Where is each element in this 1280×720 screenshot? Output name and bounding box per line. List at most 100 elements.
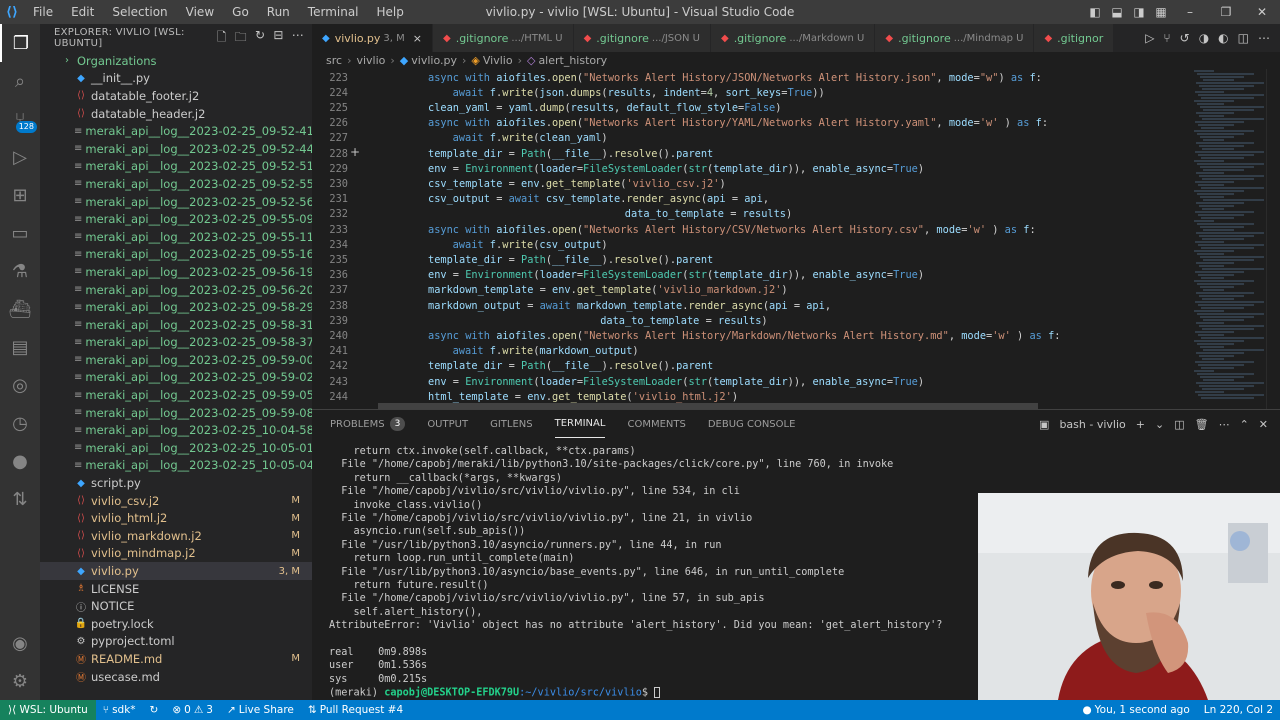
breadcrumb-file[interactable]: vivlio.py bbox=[411, 54, 457, 67]
split-editor-icon[interactable]: ◫ bbox=[1238, 31, 1249, 45]
terminal-name[interactable]: bash - vivlio bbox=[1059, 418, 1125, 431]
tree-file[interactable]: ≡ meraki_api__log__2023-02-25_09-56-20.lo… bbox=[40, 281, 335, 299]
code-editor[interactable]: 223 async with aiofiles.open("Networks Al… bbox=[312, 69, 1280, 409]
tree-file[interactable]: ≡ meraki_api__log__2023-02-25_09-58-31.lo… bbox=[40, 316, 335, 334]
maximize-icon[interactable]: ❐ bbox=[1208, 5, 1244, 19]
tree-file[interactable]: ≡ meraki_api__log__2023-02-25_09-58-29.lo… bbox=[40, 298, 335, 316]
sync-indicator[interactable]: ↻ bbox=[143, 704, 166, 716]
accounts-icon[interactable]: ◉ bbox=[0, 624, 40, 662]
tree-file[interactable]: ◆ script.py bbox=[40, 474, 312, 492]
tree-file[interactable]: ≡ meraki_api__log__2023-02-25_10-05-01.lo… bbox=[40, 439, 335, 457]
close-window-icon[interactable]: ✕ bbox=[1244, 5, 1280, 19]
editor-tab[interactable]: ◆ .gitignor bbox=[1034, 24, 1115, 52]
tree-file[interactable]: ≡ meraki_api__log__2023-02-25_09-52-51.lo… bbox=[40, 158, 335, 176]
maximize-panel-icon[interactable]: ⌃ bbox=[1240, 418, 1249, 431]
tree-file[interactable]: ≡ meraki_api__log__2023-02-25_09-58-37.lo… bbox=[40, 334, 335, 352]
editor-tab[interactable]: ◆ vivlio.py 3, M × bbox=[312, 24, 433, 52]
tree-file[interactable]: ⟨⟩ vivlio_markdown.j2 M bbox=[40, 527, 312, 545]
split-terminal-icon[interactable]: ◫ bbox=[1174, 418, 1184, 431]
minimize-icon[interactable]: – bbox=[1172, 5, 1208, 19]
editor-vertical-scrollbar[interactable] bbox=[1266, 69, 1280, 409]
menu-run[interactable]: Run bbox=[258, 0, 299, 24]
panel-tab-gitlens[interactable]: GITLENS bbox=[490, 410, 533, 438]
editor-tab[interactable]: ◆ .gitignore .../Markdown U bbox=[710, 24, 876, 52]
tree-file[interactable]: ≡ meraki_api__log__2023-02-25_09-59-00.lo… bbox=[40, 351, 335, 369]
editor-more-icon[interactable]: ⋯ bbox=[1258, 31, 1270, 45]
tree-folder[interactable]: › Organizations bbox=[40, 52, 312, 70]
run-debug-icon[interactable]: ▷ bbox=[0, 138, 40, 176]
docker-icon[interactable]: ⛴ bbox=[0, 290, 40, 328]
extensions-icon[interactable]: ⊞ bbox=[0, 176, 40, 214]
tree-file[interactable]: ≡ meraki_api__log__2023-02-25_09-59-02.lo… bbox=[40, 369, 335, 387]
testing-icon[interactable]: ⚗ bbox=[0, 252, 40, 290]
panel-tab-comments[interactable]: COMMENTS bbox=[627, 410, 685, 438]
editor-tab[interactable]: ◆ .gitignore .../JSON U bbox=[573, 24, 711, 52]
compare-icon[interactable]: ◑ bbox=[1199, 31, 1209, 45]
problems-indicator[interactable]: ⊗ 0 ⚠ 3 bbox=[165, 704, 220, 716]
panel-more-icon[interactable]: ⋯ bbox=[1219, 418, 1230, 431]
open-changes-icon[interactable]: ↺ bbox=[1180, 31, 1190, 45]
tree-file[interactable]: ⓘ NOTICE bbox=[40, 597, 312, 615]
tree-file[interactable]: Ⓜ README.md M bbox=[40, 650, 312, 668]
tree-file[interactable]: ≡ meraki_api__log__2023-02-25_09-52-44.lo… bbox=[40, 140, 335, 158]
close-tab-icon[interactable]: × bbox=[413, 32, 422, 45]
tree-file[interactable]: ♗ LICENSE bbox=[40, 580, 312, 598]
panel-tab-problems[interactable]: PROBLEMS 3 bbox=[330, 410, 406, 438]
breadcrumb-vivlio[interactable]: vivlio bbox=[356, 54, 385, 67]
tree-file[interactable]: ⟨⟩ vivlio_html.j2 M bbox=[40, 509, 312, 527]
menu-go[interactable]: Go bbox=[223, 0, 258, 24]
tree-file[interactable]: ≡ meraki_api__log__2023-02-25_09-52-56.lo… bbox=[40, 193, 335, 211]
close-panel-icon[interactable]: ✕ bbox=[1259, 418, 1268, 431]
tree-file[interactable]: ≡ meraki_api__log__2023-02-25_10-04-58.lo… bbox=[40, 421, 335, 439]
editor-tab[interactable]: ◆ .gitignore .../Mindmap U bbox=[875, 24, 1035, 52]
terminal-shell-icon[interactable]: ▣ bbox=[1039, 418, 1049, 431]
tree-file[interactable]: ≡ meraki_api__log__2023-02-25_09-55-16.lo… bbox=[40, 246, 335, 264]
cursor-position-indicator[interactable]: Ln 220, Col 2 bbox=[1197, 704, 1280, 716]
new-file-icon[interactable]: 🗋 bbox=[217, 28, 227, 49]
tree-file[interactable]: ⚙ pyproject.toml bbox=[40, 633, 312, 651]
tree-file[interactable]: Ⓜusecase.md bbox=[40, 668, 312, 686]
pull-request-indicator[interactable]: ⇅ Pull Request #4 bbox=[301, 704, 410, 716]
tree-file[interactable]: ≡ meraki_api__log__2023-02-25_09-59-08.lo… bbox=[40, 404, 335, 422]
source-control-graph-icon[interactable]: ⑂ bbox=[1163, 31, 1170, 45]
tree-file[interactable]: ⟨⟩ datatable_footer.j2 bbox=[40, 87, 312, 105]
git-lens-icon[interactable]: ◐ bbox=[1218, 31, 1228, 45]
customize-layout-icon[interactable]: ▦ bbox=[1150, 5, 1172, 19]
tree-file[interactable]: ⟨⟩ vivlio_csv.j2 M bbox=[40, 492, 312, 510]
refresh-icon[interactable]: ↻ bbox=[255, 28, 265, 49]
branch-indicator[interactable]: ⑂ sdk* bbox=[96, 704, 143, 716]
github-icon[interactable]: ● bbox=[0, 442, 40, 480]
remote-indicator[interactable]: ⟩⟨ WSL: Ubuntu bbox=[0, 700, 96, 720]
remote-explorer-icon[interactable]: ▭ bbox=[0, 214, 40, 252]
menu-view[interactable]: View bbox=[177, 0, 223, 24]
tree-file[interactable]: ◆ __init__.py bbox=[40, 70, 312, 88]
tree-file[interactable]: ≡ meraki_api__log__2023-02-25_09-52-55.lo… bbox=[40, 175, 335, 193]
toggle-sidebar-icon[interactable]: ◧ bbox=[1084, 5, 1106, 19]
menu-edit[interactable]: Edit bbox=[62, 0, 103, 24]
minimap[interactable] bbox=[1194, 69, 1266, 409]
tree-file[interactable]: ≡ meraki_api__log__2023-02-25_09-55-11.lo… bbox=[40, 228, 335, 246]
kill-terminal-icon[interactable]: 🗑 bbox=[1195, 418, 1209, 431]
toggle-panel-icon[interactable]: ⬓ bbox=[1106, 5, 1128, 19]
new-terminal-icon[interactable]: + bbox=[1136, 418, 1145, 431]
source-control-icon[interactable]: ⑂ 128 bbox=[0, 100, 40, 138]
terminal-prompt[interactable]: (meraki) capobj@DESKTOP-EFDK79U:~/vivlio… bbox=[329, 687, 661, 700]
tree-file[interactable]: ⟨⟩ datatable_header.j2 bbox=[40, 105, 312, 123]
notebook-icon[interactable]: ▤ bbox=[0, 328, 40, 366]
terminal-dropdown-icon[interactable]: ⌄ bbox=[1155, 418, 1164, 431]
tree-file[interactable]: ≡ meraki_api__log__2023-02-25_09-55-09.lo… bbox=[40, 210, 335, 228]
manage-gear-icon[interactable]: ⚙ bbox=[0, 662, 40, 700]
tree-file[interactable]: ◆ vivlio.py 3, M bbox=[40, 562, 312, 580]
add-comment-icon[interactable]: + bbox=[350, 145, 360, 159]
breadcrumb-class[interactable]: Vivlio bbox=[483, 54, 513, 67]
more-actions-icon[interactable]: ⋯ bbox=[292, 28, 304, 49]
breadcrumb-src[interactable]: src bbox=[326, 54, 342, 67]
panel-tab-output[interactable]: OUTPUT bbox=[427, 410, 468, 438]
menu-file[interactable]: File bbox=[24, 0, 62, 24]
editor-tab[interactable]: ◆ .gitignore .../HTML U bbox=[433, 24, 574, 52]
tree-file[interactable]: ≡ meraki_api__log__2023-02-25_09-52-41.lo… bbox=[40, 122, 335, 140]
tree-file[interactable]: ⟨⟩ vivlio_mindmap.j2 M bbox=[40, 545, 312, 563]
gitlens-icon[interactable]: ◎ bbox=[0, 366, 40, 404]
panel-tab-terminal[interactable]: TERMINAL bbox=[554, 410, 606, 438]
menu-selection[interactable]: Selection bbox=[103, 0, 176, 24]
